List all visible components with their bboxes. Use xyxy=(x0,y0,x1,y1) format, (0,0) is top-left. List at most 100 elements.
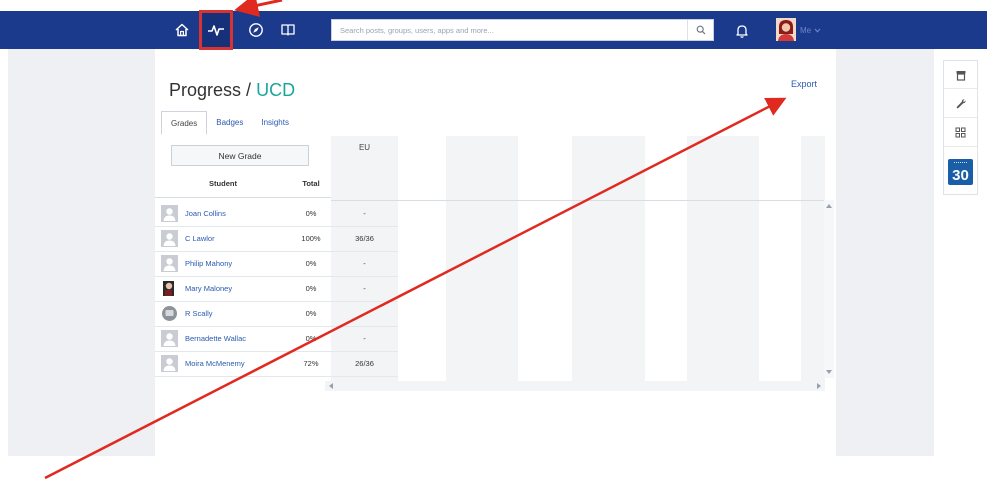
home-icon xyxy=(175,23,189,37)
grade-column xyxy=(518,136,572,381)
notifications-button[interactable] xyxy=(733,22,751,40)
student-avatar[interactable] xyxy=(161,205,178,222)
activity-button[interactable] xyxy=(199,10,233,50)
store-icon xyxy=(956,70,965,81)
student-avatar[interactable] xyxy=(161,230,178,247)
student-grade-eu[interactable]: - xyxy=(331,259,398,268)
app-window: Me Progress / UCD Export EU xyxy=(0,0,987,480)
user-menu-label: Me xyxy=(800,25,812,35)
student-name[interactable]: Mary Maloney xyxy=(185,284,232,293)
student-total: 72% xyxy=(303,359,319,368)
student-name[interactable]: Moira McMenemy xyxy=(185,359,245,368)
grade-column xyxy=(687,136,759,381)
default-avatar-icon xyxy=(163,358,176,371)
grade-column xyxy=(398,136,446,381)
progress-tabs: Grades Badges Insights xyxy=(161,111,298,135)
search-input[interactable] xyxy=(332,20,682,41)
tools-panel: 30 xyxy=(943,60,978,195)
default-avatar-icon xyxy=(163,258,176,271)
scroll-down-arrow[interactable] xyxy=(826,370,832,374)
grade-column xyxy=(572,136,645,381)
user-menu[interactable]: Me xyxy=(800,23,821,37)
home-button[interactable] xyxy=(167,15,197,45)
page-title: Progress / UCD xyxy=(169,80,295,101)
page-background-left xyxy=(8,49,155,456)
student-avatar[interactable] xyxy=(161,280,178,297)
search-icon xyxy=(696,25,705,35)
student-grade-eu[interactable]: 36/36 xyxy=(331,234,398,243)
user-avatar[interactable] xyxy=(776,18,796,41)
grid-divider xyxy=(331,200,825,201)
top-navigation-bar: Me xyxy=(0,10,987,50)
calendar-icon[interactable]: 30 xyxy=(948,159,973,185)
total-column-header[interactable]: Total xyxy=(291,171,331,197)
grade-column xyxy=(801,136,825,381)
student-total: 0% xyxy=(305,309,317,318)
grade-column xyxy=(759,136,801,381)
wrench-icon xyxy=(956,98,966,108)
default-avatar-icon xyxy=(163,333,176,346)
store-button[interactable] xyxy=(944,61,977,89)
table-row: Bernadette Wallac 0% - xyxy=(155,327,398,352)
bell-icon xyxy=(736,25,748,38)
grade-column xyxy=(446,136,518,381)
default-avatar-icon xyxy=(163,233,176,246)
student-name[interactable]: C Lawlor xyxy=(185,234,215,243)
student-column-header[interactable]: Student xyxy=(155,171,291,197)
grade-column xyxy=(645,136,687,381)
student-total: 0% xyxy=(305,209,317,218)
chevron-down-icon xyxy=(814,28,821,33)
export-link[interactable]: Export xyxy=(791,79,817,89)
tab-insights[interactable]: Insights xyxy=(252,111,298,135)
student-name[interactable]: Philip Mahony xyxy=(185,259,232,268)
table-row: Philip Mahony 0% - xyxy=(155,252,398,277)
student-name[interactable]: Bernadette Wallac xyxy=(185,334,246,343)
table-row: Joan Collins 0% - xyxy=(155,202,398,227)
table-row: R Scally 0% xyxy=(155,302,398,327)
student-avatar[interactable] xyxy=(161,330,178,347)
page-title-text: Progress xyxy=(169,80,242,100)
horizontal-scrollbar[interactable] xyxy=(325,381,825,391)
user-avatar-image xyxy=(776,18,796,41)
student-total: 0% xyxy=(305,259,317,268)
student-avatar[interactable] xyxy=(161,355,178,372)
tab-grades[interactable]: Grades xyxy=(161,111,208,135)
student-avatar[interactable] xyxy=(161,305,178,322)
student-photo-icon xyxy=(163,281,174,296)
grade-columns xyxy=(331,136,825,381)
scroll-up-arrow[interactable] xyxy=(826,204,832,208)
grade-column-header-eu: EU xyxy=(358,143,371,152)
library-button[interactable] xyxy=(273,15,303,45)
table-row: Moira McMenemy 72% 26/36 xyxy=(155,352,398,377)
page-background-right xyxy=(836,49,934,456)
student-name[interactable]: R Scally xyxy=(185,309,213,318)
new-grade-button[interactable]: New Grade xyxy=(171,145,309,166)
default-avatar-icon xyxy=(163,208,176,221)
student-total: 0% xyxy=(305,334,317,343)
student-grade-eu[interactable]: - xyxy=(331,334,398,343)
tools-button[interactable] xyxy=(944,90,977,118)
student-grade-eu[interactable]: 26/36 xyxy=(331,359,398,368)
vertical-scrollbar[interactable] xyxy=(824,200,834,378)
compass-icon xyxy=(249,23,263,37)
apps-button[interactable] xyxy=(944,119,977,147)
table-row: C Lawlor 100% 36/36 xyxy=(155,227,398,252)
explore-button[interactable] xyxy=(241,15,271,45)
progress-card: Progress / UCD Export EU Grades Badges I… xyxy=(155,64,836,456)
table-row: Mary Maloney 0% - xyxy=(155,277,398,302)
header-divider xyxy=(155,197,331,198)
student-grade-eu[interactable]: - xyxy=(331,209,398,218)
student-grade-eu[interactable]: - xyxy=(331,284,398,293)
scroll-right-arrow[interactable] xyxy=(817,383,821,389)
search-box xyxy=(331,19,714,41)
student-name[interactable]: Joan Collins xyxy=(185,209,226,218)
title-separator: / xyxy=(246,80,252,100)
book-icon xyxy=(281,24,295,36)
tab-badges[interactable]: Badges xyxy=(207,111,252,135)
calendar-day: 30 xyxy=(952,167,969,184)
student-total: 0% xyxy=(305,284,317,293)
scroll-left-arrow[interactable] xyxy=(329,383,333,389)
search-button[interactable] xyxy=(687,20,713,40)
student-avatar[interactable] xyxy=(161,255,178,272)
student-total: 100% xyxy=(301,234,321,243)
